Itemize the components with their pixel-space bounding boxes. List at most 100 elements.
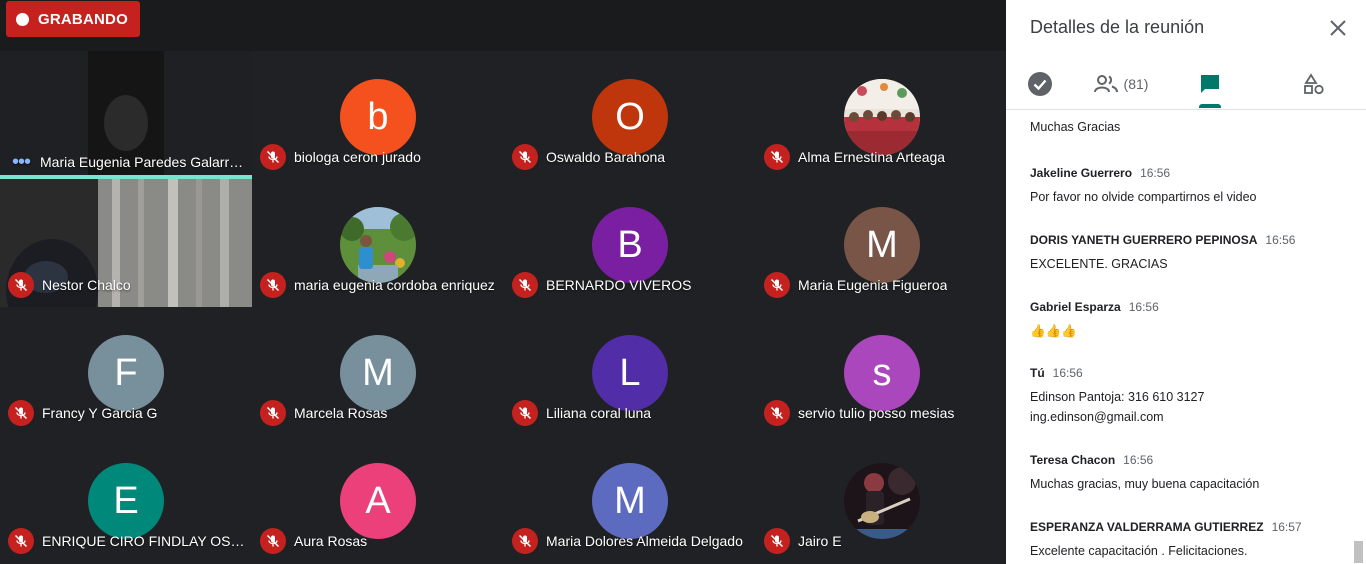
chat-line: Por favor no olvide compartirnos el vide… — [1030, 190, 1257, 204]
participant-grid: ••• Maria Eugenia Paredes Galarra... b biol… — [0, 51, 1006, 564]
participant-tile[interactable]: M Maria Dolores Almeida Delgado — [504, 435, 756, 563]
chat-line: ing.edinson@gmail.com — [1030, 410, 1164, 424]
participant-name: ENRIQUE CIRO FINDLAY OSEJO — [42, 533, 246, 549]
participant-tile[interactable]: M Marcela Rosas — [252, 307, 504, 435]
participant-name: biologa ceron jurado — [294, 149, 421, 165]
participant-namebar: Francy Y Garcia G — [8, 400, 246, 426]
chat-message-header: Gabriel Esparza 16:56 — [1030, 300, 1354, 314]
people-icon — [1093, 75, 1118, 93]
participant-name: Maria Eugenia Paredes Galarra... — [40, 154, 246, 170]
participant-tile[interactable]: Nestor Chalco — [0, 179, 252, 307]
active-tab-indicator — [1199, 104, 1221, 108]
chat-text: EXCELENTE. GRACIAS — [1030, 254, 1354, 274]
participant-namebar: biologa ceron jurado — [260, 144, 498, 170]
chat-timestamp: 16:56 — [1140, 166, 1171, 180]
participant-namebar: Nestor Chalco — [8, 272, 246, 298]
check-circle-icon — [1028, 72, 1052, 96]
participant-namebar: Jairo E — [764, 528, 1002, 554]
mic-off-icon — [764, 400, 790, 426]
close-icon[interactable] — [1326, 16, 1350, 40]
participant-namebar: servio tulio posso mesias — [764, 400, 1002, 426]
mic-off-icon — [512, 528, 538, 554]
mic-off-icon — [764, 528, 790, 554]
participant-name: Aura Rosas — [294, 533, 368, 549]
participant-name: maria eugenia cordoba enriquez — [294, 277, 495, 293]
meeting-details-panel: Detalles de la reunión (81) Muchas Graci… — [1006, 0, 1366, 564]
participant-name: BERNARDO VIVEROS — [546, 277, 692, 293]
chat-sender: ESPERANZA VALDERRAMA GUTIERREZ — [1030, 520, 1264, 534]
tab-chat[interactable] — [1186, 60, 1234, 108]
participant-tile[interactable]: b biologa ceron jurado — [252, 51, 504, 179]
mic-off-icon — [260, 272, 286, 298]
chat-line: Muchas gracias, muy buena capacitación — [1030, 477, 1260, 491]
chat-message-header: Tú 16:56 — [1030, 366, 1354, 380]
participant-name: Marcela Rosas — [294, 405, 388, 421]
participant-namebar: Oswaldo Barahona — [512, 144, 750, 170]
chat-timestamp: 16:56 — [1265, 233, 1296, 247]
chat-message: Jakeline Guerrero 16:56 Por favor no olvid… — [1030, 166, 1354, 207]
chat-line: EXCELENTE. GRACIAS — [1030, 257, 1168, 271]
tab-activities[interactable] — [1290, 60, 1338, 108]
participant-namebar: ••• Maria Eugenia Paredes Galarra... — [8, 154, 246, 170]
participant-namebar: maria eugenia cordoba enriquez — [260, 272, 498, 298]
speaking-indicator-icon: ••• — [12, 154, 31, 170]
participant-tile[interactable]: Jairo E — [756, 435, 1006, 563]
chat-message-header: ESPERANZA VALDERRAMA GUTIERREZ 16:57 — [1030, 520, 1354, 534]
participant-name: Maria Eugenia Figueroa — [798, 277, 948, 293]
chat-line: Edinson Pantoja: 316 610 3127 — [1030, 390, 1205, 404]
chat-line: 👍👍👍 — [1030, 324, 1077, 338]
chat-sender: DORIS YANETH GUERRERO PEPINOSA — [1030, 233, 1258, 247]
mic-off-icon — [512, 400, 538, 426]
mic-off-icon — [512, 144, 538, 170]
participant-namebar: Maria Dolores Almeida Delgado — [512, 528, 750, 554]
chat-timestamp: 16:56 — [1128, 300, 1159, 314]
participant-tile[interactable]: ••• Maria Eugenia Paredes Galarra... — [0, 51, 252, 179]
participant-tile[interactable]: E ENRIQUE CIRO FINDLAY OSEJO — [0, 435, 252, 563]
participant-tile[interactable]: L Liliana coral luna — [504, 307, 756, 435]
chat-line: Muchas Gracias — [1030, 120, 1121, 134]
chat-message-header: DORIS YANETH GUERRERO PEPINOSA 16:56 — [1030, 233, 1354, 247]
tab-people[interactable]: (81) — [1076, 60, 1166, 108]
participant-tile[interactable]: Alma Ernestina Arteaga — [756, 51, 1006, 179]
tab-details[interactable] — [1016, 60, 1064, 108]
participant-name: Liliana coral luna — [546, 405, 652, 421]
participant-name: Jairo E — [798, 533, 842, 549]
top-bar: GRABANDO — [0, 0, 1006, 51]
recording-badge: GRABANDO — [6, 1, 140, 37]
chat-text: 👍👍👍 — [1030, 321, 1354, 341]
chat-timestamp: 16:56 — [1123, 453, 1154, 467]
participant-tile[interactable]: O Oswaldo Barahona — [504, 51, 756, 179]
chat-message-header: Jakeline Guerrero 16:56 — [1030, 166, 1354, 180]
participant-name: servio tulio posso mesias — [798, 405, 955, 421]
participant-name: Oswaldo Barahona — [546, 149, 666, 165]
mic-off-icon — [8, 400, 34, 426]
chat-timestamp: 16:57 — [1271, 520, 1302, 534]
participant-tile[interactable]: M Maria Eugenia Figueroa — [756, 179, 1006, 307]
participant-namebar: Liliana coral luna — [512, 400, 750, 426]
participant-namebar: BERNARDO VIVEROS — [512, 272, 750, 298]
chat-message: ESPERANZA VALDERRAMA GUTIERREZ 16:57 Excel… — [1030, 520, 1354, 561]
chat-message: Jairo E16:56Muchas Gracias — [1030, 110, 1354, 137]
participant-namebar: ENRIQUE CIRO FINDLAY OSEJO — [8, 528, 246, 554]
participant-tile[interactable]: F Francy Y Garcia G — [0, 307, 252, 435]
scrollbar[interactable] — [1354, 541, 1363, 563]
chat-sender: Teresa Chacon — [1030, 453, 1116, 467]
mic-off-icon — [764, 272, 790, 298]
recording-dot-icon — [16, 12, 29, 26]
participant-namebar: Marcela Rosas — [260, 400, 498, 426]
participant-name: Nestor Chalco — [42, 277, 131, 293]
mic-off-icon — [260, 144, 286, 170]
participant-tile[interactable]: maria eugenia cordoba enriquez — [252, 179, 504, 307]
chat-message-header: Teresa Chacon 16:56 — [1030, 453, 1354, 467]
shapes-icon — [1304, 73, 1324, 95]
chat-message: Gabriel Esparza 16:56 👍👍👍 — [1030, 300, 1354, 341]
chat-messages: Jairo E16:56Muchas Gracias Jakeline Guerr… — [1006, 110, 1366, 564]
participant-tile[interactable]: B BERNARDO VIVEROS — [504, 179, 756, 307]
participant-tile[interactable]: A Aura Rosas — [252, 435, 504, 563]
chat-sender: Jakeline Guerrero — [1030, 166, 1133, 180]
mic-off-icon — [8, 528, 34, 554]
chat-icon — [1201, 75, 1219, 93]
chat-message: Tú 16:56 Edinson Pantoja: 316 610 3127 ing.… — [1030, 366, 1354, 427]
panel-title: Detalles de la reunión — [1030, 17, 1205, 37]
participant-tile[interactable]: s servio tulio posso mesias — [756, 307, 1006, 435]
